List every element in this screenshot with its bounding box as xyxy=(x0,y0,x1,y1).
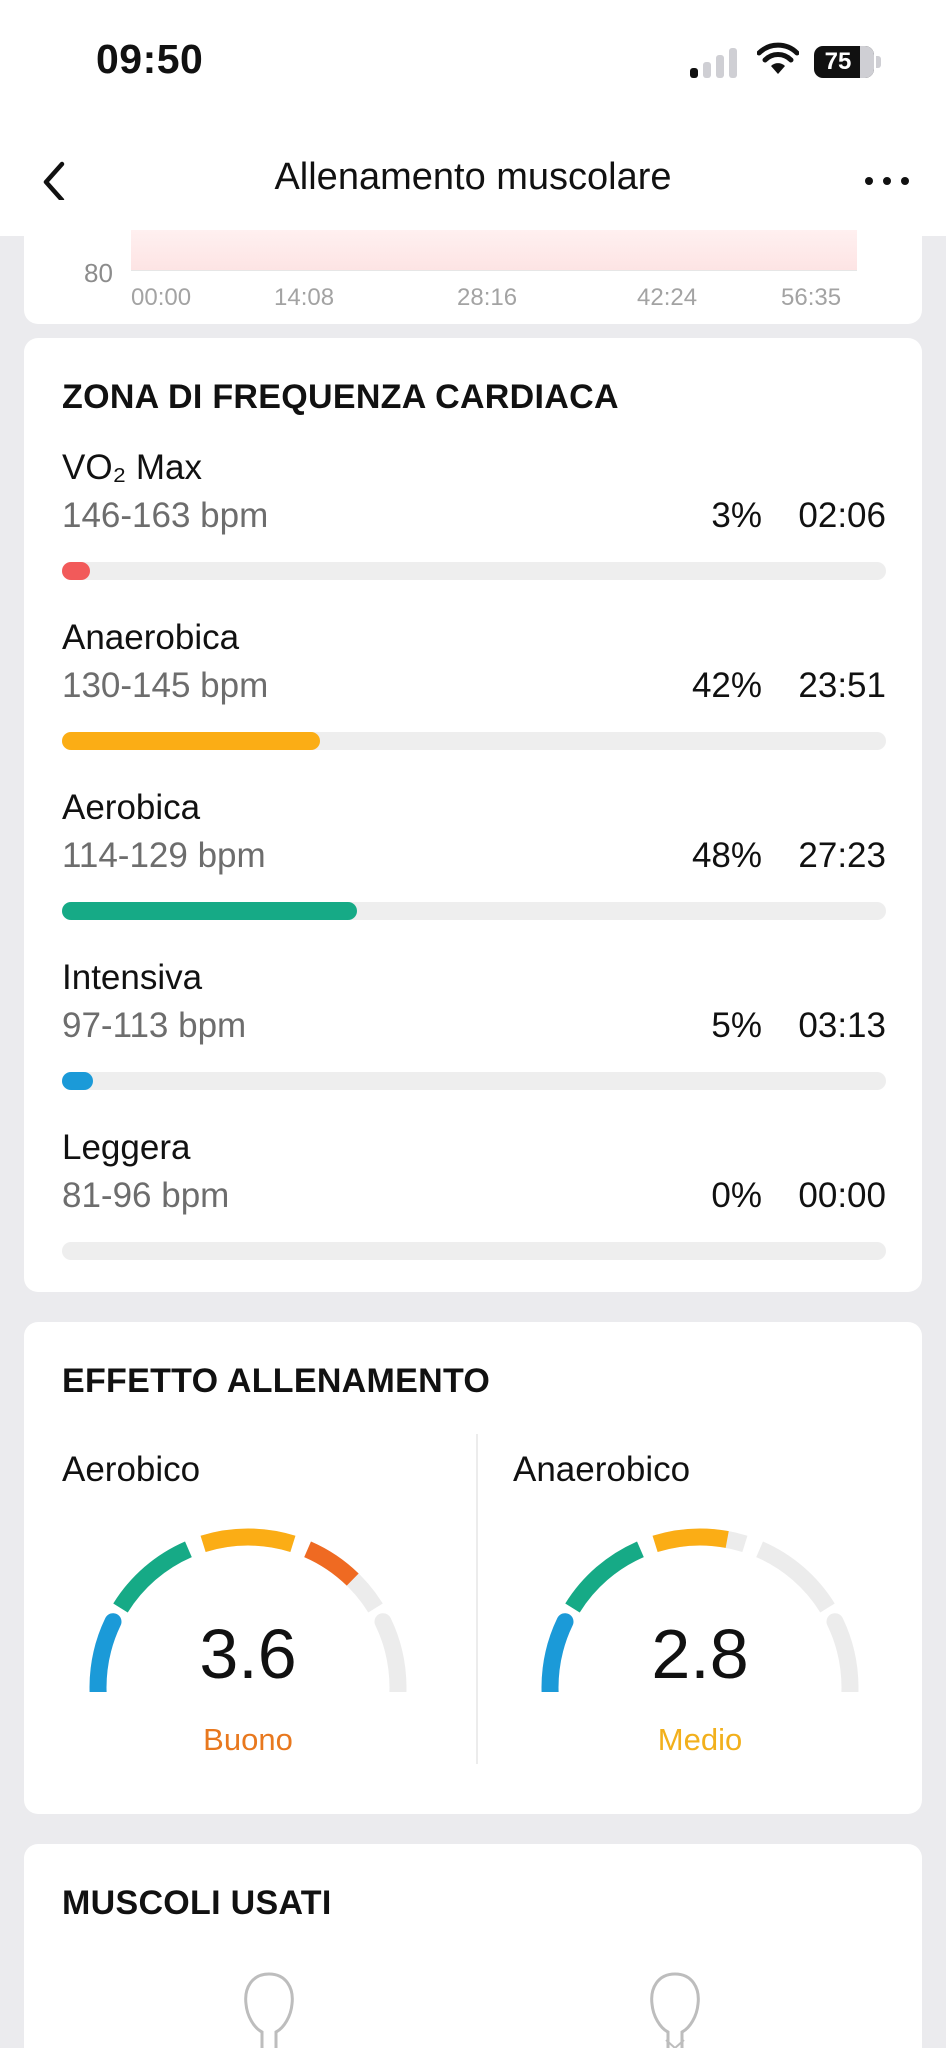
zone-row: Intensiva 97-113 bpm 5% 03:13 xyxy=(62,958,886,1118)
zone-progress-track xyxy=(62,732,886,750)
zone-name: Leggera xyxy=(62,1128,191,1167)
status-time: 09:50 xyxy=(96,36,204,82)
zone-progress-track xyxy=(62,562,886,580)
zone-percent: 42% xyxy=(691,666,762,705)
page-title: Allenamento muscolare xyxy=(274,156,672,198)
anaerobic-rating: Medio xyxy=(657,1722,743,1757)
zone-progress-fill xyxy=(62,732,321,750)
body-back-figure xyxy=(650,1972,700,2048)
wifi-icon xyxy=(757,42,799,74)
zone-time: 27:23 xyxy=(798,836,886,875)
aerobic-rating: Buono xyxy=(203,1722,293,1757)
zone-progress-track xyxy=(62,1242,886,1260)
gauge-track-segment xyxy=(756,1541,835,1613)
battery-icon: 75 xyxy=(814,46,882,78)
section-title: EFFETTO ALLENAMENTO xyxy=(62,1362,491,1400)
zone-range: 130-145 bpm xyxy=(62,666,269,705)
cellular-signal-icon xyxy=(690,46,738,78)
zone-range: 81-96 bpm xyxy=(62,1176,230,1215)
divider xyxy=(476,1434,478,1764)
x-axis-tick: 56:35 xyxy=(781,284,842,311)
zone-time: 23:51 xyxy=(798,666,886,705)
heart-rate-chart-card: 80 00:00 14:08 28:16 42:24 56:35 xyxy=(24,200,922,324)
x-axis-tick: 28:16 xyxy=(457,284,518,311)
zone-range: 97-113 bpm xyxy=(62,1006,247,1045)
zone-row: Aerobica 114-129 bpm 48% 27:23 xyxy=(62,788,886,948)
zone-percent: 3% xyxy=(711,496,762,535)
zone-progress-fill xyxy=(62,902,358,920)
zone-progress-fill xyxy=(62,1072,93,1090)
zone-row: Anaerobica 130-145 bpm 42% 23:51 xyxy=(62,618,886,778)
zone-time: 00:00 xyxy=(798,1176,886,1215)
status-bar: 09:50 75 xyxy=(0,0,946,130)
anaerobic-label: Anaerobico xyxy=(513,1450,691,1489)
aerobic-value: 3.6 xyxy=(199,1615,297,1693)
section-title: ZONA DI FREQUENZA CARDIACA xyxy=(62,378,619,416)
zone-name: Intensiva xyxy=(62,958,203,997)
zone-range: 146-163 bpm xyxy=(62,496,269,535)
anaerobic-value: 2.8 xyxy=(651,1615,749,1693)
gauge-value-segment xyxy=(113,1541,192,1613)
zone-name: VO₂ Max xyxy=(62,448,202,487)
section-title: MUSCOLI USATI xyxy=(62,1884,332,1922)
x-axis-tick: 42:24 xyxy=(637,284,698,311)
muscles-used-card: MUSCOLI USATI xyxy=(24,1844,922,2048)
heart-rate-chart-area xyxy=(131,230,857,270)
heart-rate-zones-card: ZONA DI FREQUENZA CARDIACA VO₂ Max 146-1… xyxy=(24,338,922,1292)
body-front-figure xyxy=(244,1972,294,2048)
more-options-icon[interactable] xyxy=(862,170,912,194)
gauge-value-segment xyxy=(200,1528,296,1553)
zone-progress-fill xyxy=(62,562,90,580)
zone-progress-track xyxy=(62,902,886,920)
gauge-value-segment xyxy=(565,1541,644,1613)
aerobic-label: Aerobico xyxy=(62,1450,201,1489)
zone-row: Leggera 81-96 bpm 0% 00:00 xyxy=(62,1128,886,1288)
zone-percent: 5% xyxy=(711,1006,762,1045)
zone-name: Aerobica xyxy=(62,788,201,827)
zone-name: Anaerobica xyxy=(62,618,240,657)
zone-percent: 0% xyxy=(711,1176,762,1215)
x-axis-tick: 00:00 xyxy=(131,284,192,311)
zone-percent: 48% xyxy=(691,836,762,875)
x-axis-tick: 14:08 xyxy=(274,284,335,311)
zone-row: VO₂ Max 146-163 bpm 3% 02:06 xyxy=(62,448,886,608)
zone-time: 03:13 xyxy=(798,1006,886,1045)
zone-time: 02:06 xyxy=(798,496,886,535)
zone-progress-track xyxy=(62,1072,886,1090)
gauge-value-segment xyxy=(652,1528,729,1553)
y-axis-tick: 80 xyxy=(84,258,113,288)
training-effect-card: EFFETTO ALLENAMENTO Aerobico Anaerobico … xyxy=(24,1322,922,1814)
chart-axis xyxy=(131,270,857,271)
battery-level: 75 xyxy=(824,48,852,75)
gauge-value-segment xyxy=(304,1541,359,1586)
zone-range: 114-129 bpm xyxy=(62,836,266,875)
